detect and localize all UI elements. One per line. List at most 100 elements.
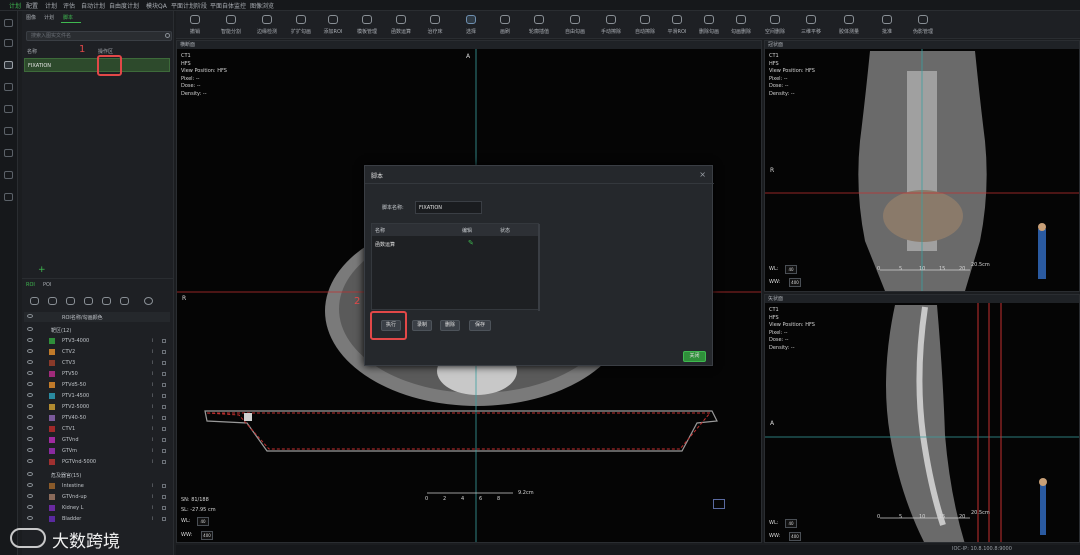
info-icon[interactable]: i	[152, 426, 153, 432]
eye-icon[interactable]	[27, 459, 33, 463]
add-icon[interactable]: +	[38, 265, 46, 275]
script-name-input[interactable]: FIXATION	[415, 201, 482, 214]
roi-group-oars[interactable]: 危及器官(15)	[24, 470, 170, 480]
ww-input[interactable]: 400	[789, 532, 801, 541]
info-icon[interactable]: i	[152, 505, 153, 511]
contour-icon[interactable]	[4, 61, 13, 69]
eye-icon[interactable]	[27, 426, 33, 430]
lock-icon[interactable]	[162, 460, 166, 464]
roi-row[interactable]: PTV40-50 i	[24, 413, 170, 423]
info-icon[interactable]: i	[152, 338, 153, 344]
lock-icon[interactable]	[162, 495, 166, 499]
record-button[interactable]: 录制	[412, 320, 432, 331]
tool-button[interactable]: 撤销	[180, 14, 210, 38]
lock-icon[interactable]	[162, 427, 166, 431]
tool-button[interactable]: 批准	[872, 14, 902, 38]
search-input[interactable]: 搜索入图实文件名	[26, 31, 172, 41]
eye-icon[interactable]	[27, 360, 33, 364]
roi-row[interactable]: PTV1-4500 i	[24, 391, 170, 401]
roi-row[interactable]: Bladder i	[24, 514, 170, 524]
eye-icon[interactable]	[27, 338, 33, 342]
settings-icon[interactable]	[144, 297, 153, 305]
roi-row[interactable]: PTV50 i	[24, 369, 170, 379]
lock-icon[interactable]	[162, 350, 166, 354]
eye-icon[interactable]	[27, 415, 33, 419]
search-icon[interactable]	[165, 33, 170, 38]
wl-input[interactable]: 40	[785, 519, 797, 528]
scale-tool-icon[interactable]	[66, 297, 75, 305]
menu-item-evaluate[interactable]: 评估	[63, 1, 75, 10]
lock-icon[interactable]	[162, 405, 166, 409]
info-icon[interactable]: i	[152, 349, 153, 355]
image-icon[interactable]	[4, 83, 13, 91]
info-icon[interactable]: i	[152, 404, 153, 410]
roi-color-swatch[interactable]	[49, 393, 55, 399]
tool-button[interactable]: 选择	[456, 14, 486, 38]
eye-icon[interactable]	[27, 516, 33, 520]
info-icon[interactable]: i	[152, 382, 153, 388]
tab-poi[interactable]: POI	[43, 282, 51, 288]
eye-icon[interactable]	[27, 448, 33, 452]
lock-icon[interactable]	[162, 517, 166, 521]
save-button[interactable]: 保存	[469, 320, 491, 331]
lock-icon[interactable]	[162, 372, 166, 376]
lock-icon[interactable]	[162, 361, 166, 365]
tab-image[interactable]: 图像	[26, 14, 36, 21]
lock-icon[interactable]	[162, 506, 166, 510]
wl-input[interactable]: 40	[197, 517, 209, 526]
split-tool-icon[interactable]	[84, 297, 93, 305]
list-icon[interactable]	[4, 171, 13, 179]
tab-roi[interactable]: ROI	[26, 282, 35, 288]
contour-tool-icon[interactable]	[30, 297, 39, 305]
tool-button[interactable]: 空间删除	[760, 14, 790, 38]
tool-button[interactable]: 手动擦除	[596, 14, 626, 38]
shield-icon[interactable]	[4, 149, 13, 157]
info-icon[interactable]: i	[152, 371, 153, 377]
chart-icon[interactable]	[4, 127, 13, 135]
roi-row[interactable]: GTVnd i	[24, 435, 170, 445]
eye-icon[interactable]	[27, 404, 33, 408]
roi-color-swatch[interactable]	[49, 415, 55, 421]
info-icon[interactable]: i	[152, 448, 153, 454]
info-icon[interactable]: i	[152, 516, 153, 522]
eye-icon[interactable]	[27, 314, 33, 318]
eye-icon[interactable]	[27, 371, 33, 375]
menu-item-plan2[interactable]: 计划	[45, 1, 57, 10]
roi-row[interactable]: CTV1 i	[24, 424, 170, 434]
lock-icon[interactable]	[162, 449, 166, 453]
lock-icon[interactable]	[162, 438, 166, 442]
roi-color-swatch[interactable]	[49, 371, 55, 377]
tool-button[interactable]: 边缘检测	[252, 14, 282, 38]
tool-button[interactable]: 添加ROI	[318, 14, 348, 38]
roi-color-swatch[interactable]	[49, 516, 55, 522]
copy-tool-icon[interactable]	[48, 297, 57, 305]
menu-item-image[interactable]: 图像浏览	[250, 1, 274, 10]
roi-color-swatch[interactable]	[49, 483, 55, 489]
roi-row[interactable]: PTV3-4000 i	[24, 336, 170, 346]
tool-button[interactable]: 勾画删除	[726, 14, 756, 38]
edit-pencil-icon[interactable]: ✎	[468, 239, 474, 247]
info-icon[interactable]: i	[152, 459, 153, 465]
tab-plan[interactable]: 计划	[44, 14, 54, 21]
tool-button[interactable]: 轮廓插值	[524, 14, 554, 38]
roi-row[interactable]: Kidney L i	[24, 503, 170, 513]
menu-item-auto-plan[interactable]: 自动计划	[81, 1, 105, 10]
patient-icon[interactable]	[4, 19, 13, 27]
roi-row[interactable]: GTVm i	[24, 446, 170, 456]
info-icon[interactable]: i	[152, 393, 153, 399]
roi-color-swatch[interactable]	[49, 505, 55, 511]
eye-icon[interactable]	[27, 327, 33, 331]
sagittal-view[interactable]: 矢状面 CT1 HFS View Position: HFS Pixel: -- Dos…	[764, 294, 1080, 543]
eye-icon[interactable]	[27, 472, 33, 476]
table-row[interactable]: 函数运算 ✎	[372, 238, 538, 249]
eye-icon[interactable]	[27, 437, 33, 441]
roi-color-swatch[interactable]	[49, 426, 55, 432]
info-icon[interactable]: i	[152, 415, 153, 421]
roi-row[interactable]: PGTVnd-5000 i	[24, 457, 170, 467]
lock-icon[interactable]	[162, 484, 166, 488]
close-icon[interactable]: ×	[699, 170, 706, 179]
tab-script[interactable]: 脚本	[63, 14, 73, 21]
roi-color-swatch[interactable]	[49, 382, 55, 388]
roi-color-swatch[interactable]	[49, 459, 55, 465]
tool-button[interactable]: 模板管理	[352, 14, 382, 38]
